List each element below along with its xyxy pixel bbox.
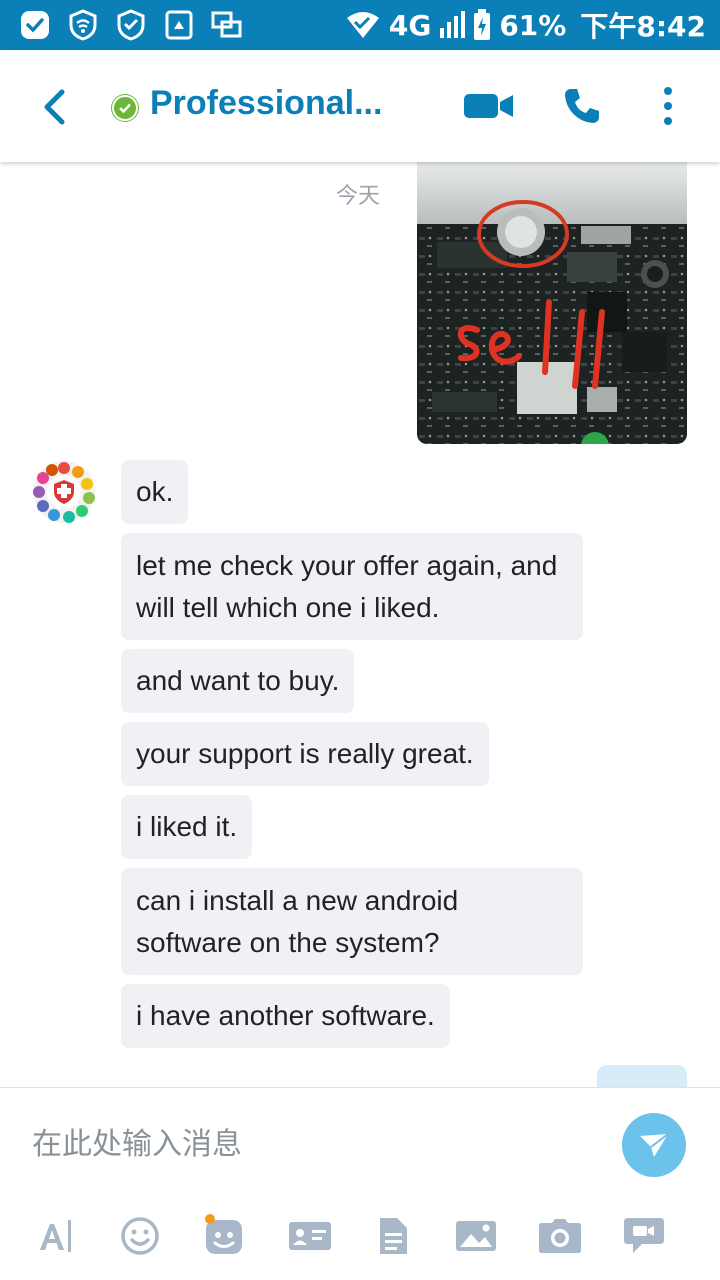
text-format-icon <box>40 1220 71 1252</box>
network-label: 4G <box>388 8 432 42</box>
clock: 下午8:42 <box>580 10 706 43</box>
camera-button[interactable] <box>536 1212 584 1260</box>
video-message-button[interactable] <box>620 1212 668 1260</box>
gallery-icon <box>456 1221 496 1251</box>
multiwindow-icon <box>210 9 244 41</box>
message-bubble[interactable]: and want to buy. <box>121 649 355 713</box>
message-bubble[interactable]: i have another software. <box>121 984 450 1048</box>
message-text: your support is really great. <box>136 738 474 769</box>
file-icon <box>380 1218 407 1254</box>
gallery-button[interactable] <box>452 1212 500 1260</box>
message-list[interactable]: 今天 ok. let me check your offer again, an… <box>0 162 720 1087</box>
text-format-button[interactable] <box>32 1212 80 1260</box>
status-bar: 4G 61% 下午8:42 <box>0 0 720 50</box>
sticker-button[interactable] <box>200 1212 248 1260</box>
message-text: can i install a new android software on … <box>136 884 459 958</box>
image-message[interactable] <box>417 162 687 444</box>
voice-call-button[interactable] <box>554 78 610 134</box>
video-message-icon <box>624 1218 664 1253</box>
send-icon <box>640 1133 669 1157</box>
message-bubble[interactable]: ok. <box>121 460 189 524</box>
chevron-left-icon <box>44 89 65 125</box>
status-indicators: 4G 61% 下午8:42 <box>345 0 706 50</box>
video-call-button[interactable] <box>461 78 517 134</box>
presence-online-indicator <box>112 95 138 121</box>
voice-call-icon <box>565 89 599 123</box>
message-bubble[interactable]: can i install a new android software on … <box>121 868 583 975</box>
file-button[interactable] <box>370 1212 418 1260</box>
outgoing-message-bubble[interactable] <box>597 1065 687 1087</box>
wifi-shield-icon <box>66 9 100 41</box>
camera-icon <box>539 1219 581 1253</box>
battery-percent: 61% <box>499 8 567 42</box>
video-call-icon <box>464 94 513 118</box>
sticker-icon <box>205 1214 242 1254</box>
storage-icon <box>162 9 196 41</box>
message-text: i have another software. <box>136 1000 435 1031</box>
message-composer <box>0 1088 720 1280</box>
send-button[interactable] <box>622 1113 686 1177</box>
message-input[interactable] <box>32 1120 592 1168</box>
contact-card-button[interactable] <box>286 1212 334 1260</box>
more-options-button[interactable] <box>640 78 696 134</box>
message-text: i liked it. <box>136 811 238 842</box>
circuit-board-photo <box>417 162 687 444</box>
signal-icon <box>440 11 466 38</box>
wifi-icon <box>346 12 379 38</box>
emoji-button[interactable] <box>116 1212 164 1260</box>
message-bubble[interactable]: let me check your offer again, and will … <box>121 533 583 640</box>
more-options-icon <box>664 87 672 125</box>
battery-icon <box>474 9 491 40</box>
contact-name[interactable]: Professional... <box>150 84 382 123</box>
message-bubble[interactable]: your support is really great. <box>121 722 489 786</box>
message-bubble[interactable]: i liked it. <box>121 795 253 859</box>
date-separator: 今天 <box>336 184 381 209</box>
conversation-header: Professional... <box>0 50 720 162</box>
message-text: ok. <box>136 476 174 507</box>
message-text: let me check your offer again, and will … <box>136 549 558 623</box>
messenger-icon <box>18 9 52 41</box>
contact-avatar[interactable] <box>32 460 96 524</box>
vpn-shield-icon <box>114 9 148 41</box>
back-button[interactable] <box>34 86 76 128</box>
message-text: and want to buy. <box>136 665 340 696</box>
emoji-icon <box>121 1217 159 1255</box>
contact-card-icon <box>289 1222 331 1250</box>
